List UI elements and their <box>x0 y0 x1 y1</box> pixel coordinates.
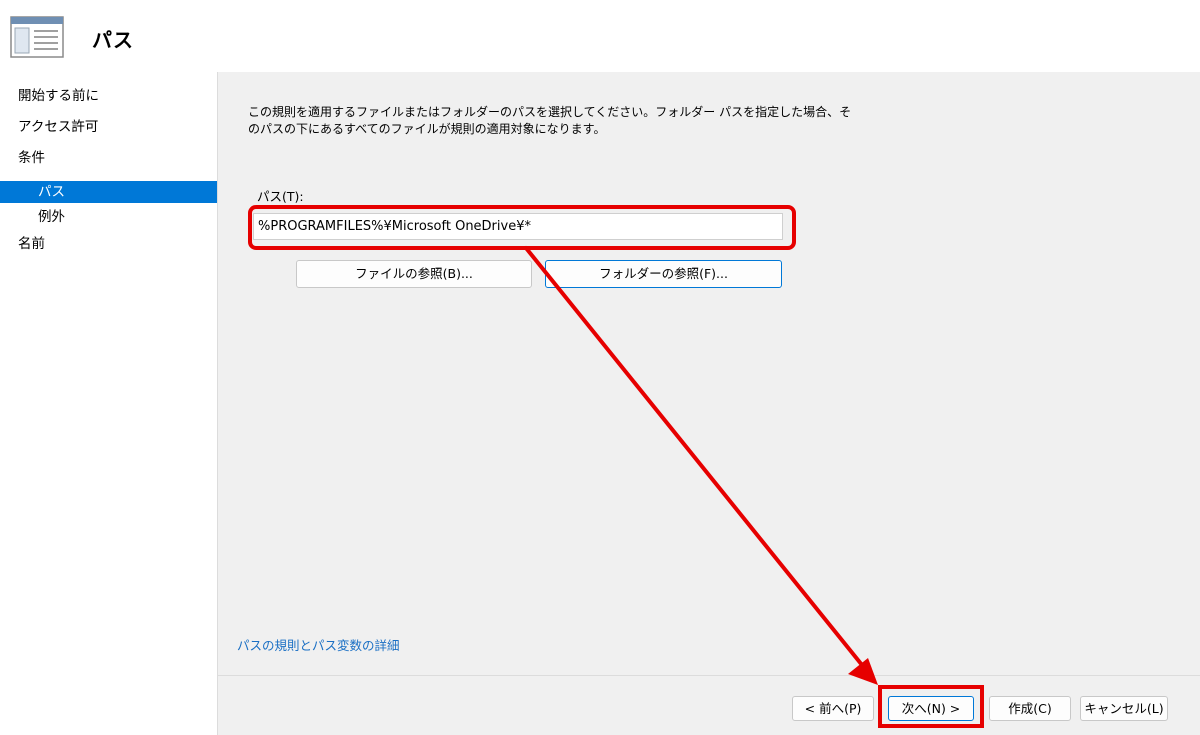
annotation-arrow <box>524 246 878 685</box>
